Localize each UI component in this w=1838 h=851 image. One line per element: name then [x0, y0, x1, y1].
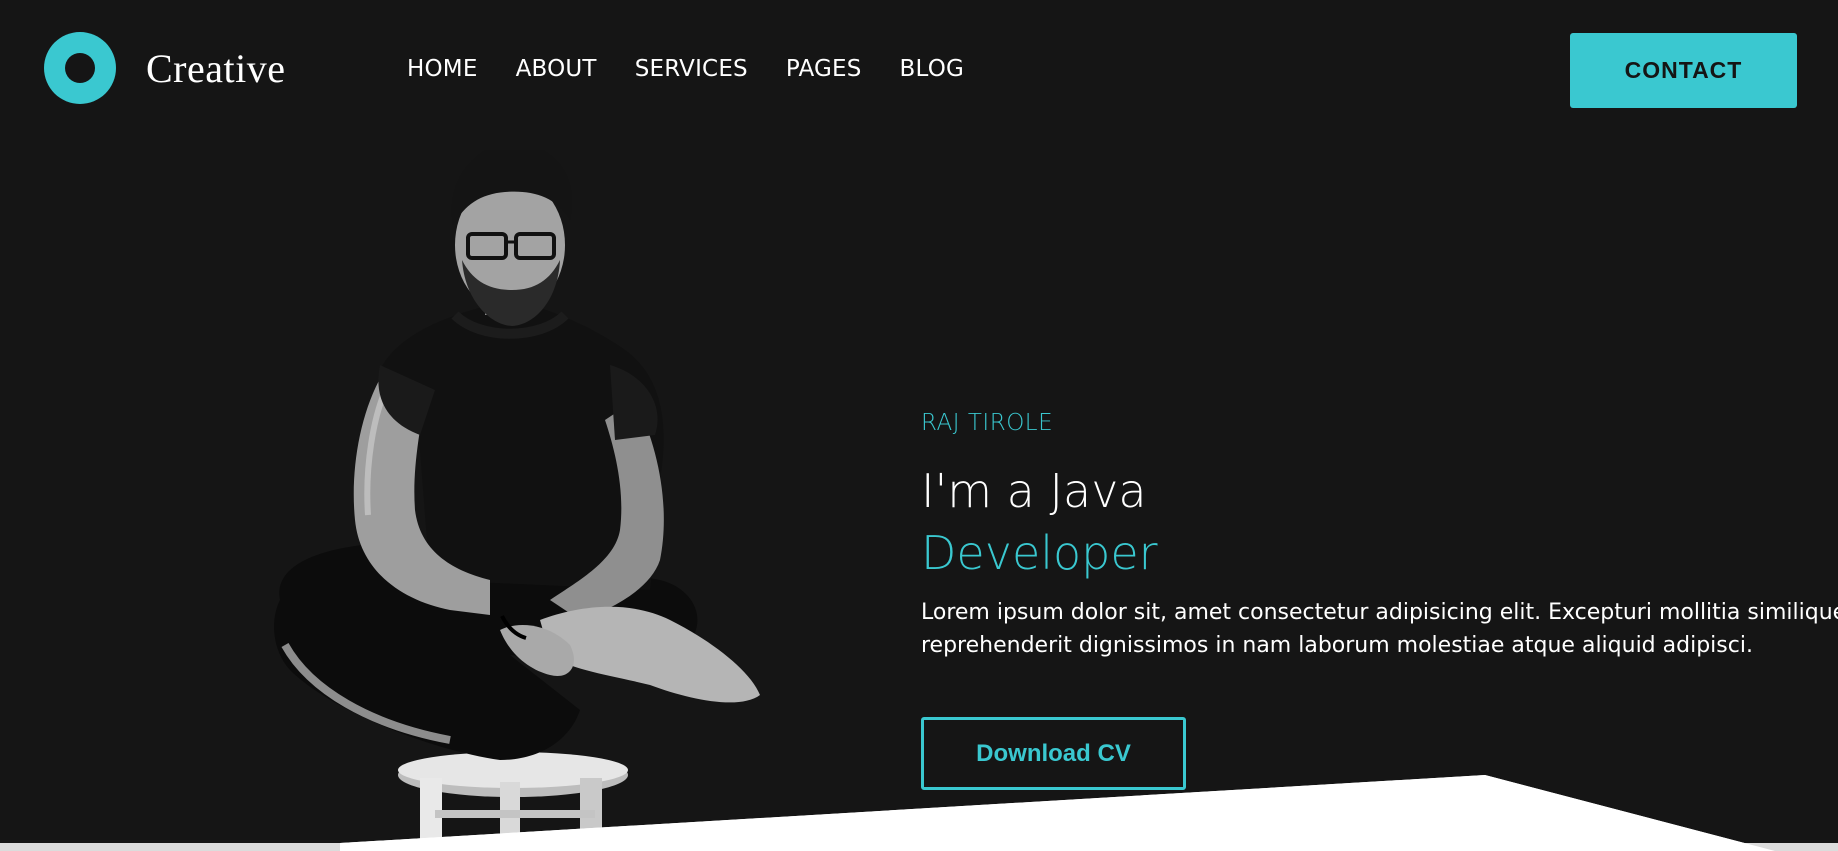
brand-logo[interactable]: Creative — [44, 32, 286, 104]
nav-item-blog[interactable]: BLOG — [900, 56, 965, 82]
brand-name: Creative — [146, 45, 286, 91]
hero-role: Developer — [921, 526, 1158, 580]
download-cv-button[interactable]: Download CV — [921, 717, 1186, 790]
contact-button[interactable]: CONTACT — [1570, 33, 1797, 108]
page: Creative HOME ABOUT SERVICES PAGES BLOG … — [0, 0, 1838, 851]
stool-illustration — [398, 752, 628, 850]
logo-ring-icon — [44, 32, 116, 104]
nav-item-pages[interactable]: PAGES — [786, 56, 862, 82]
person-portrait-image — [274, 150, 760, 850]
hero-description-line-1: Lorem ipsum dolor sit, amet consectetur … — [921, 600, 1838, 625]
hero-title: I'm a Java — [921, 464, 1147, 518]
main-nav: HOME ABOUT SERVICES PAGES BLOG — [407, 56, 1002, 82]
hero-section: RAJ TIROLE I'm a Java Developer Lorem ip… — [921, 410, 1838, 662]
nav-item-about[interactable]: ABOUT — [516, 56, 597, 82]
hero-description: Lorem ipsum dolor sit, amet consectetur … — [921, 596, 1838, 662]
hero-description-line-2: reprehenderit dignissimos in nam laborum… — [921, 633, 1753, 658]
hero-name: RAJ TIROLE — [921, 410, 1054, 436]
nav-item-home[interactable]: HOME — [407, 56, 478, 82]
nav-item-services[interactable]: SERVICES — [635, 56, 748, 82]
